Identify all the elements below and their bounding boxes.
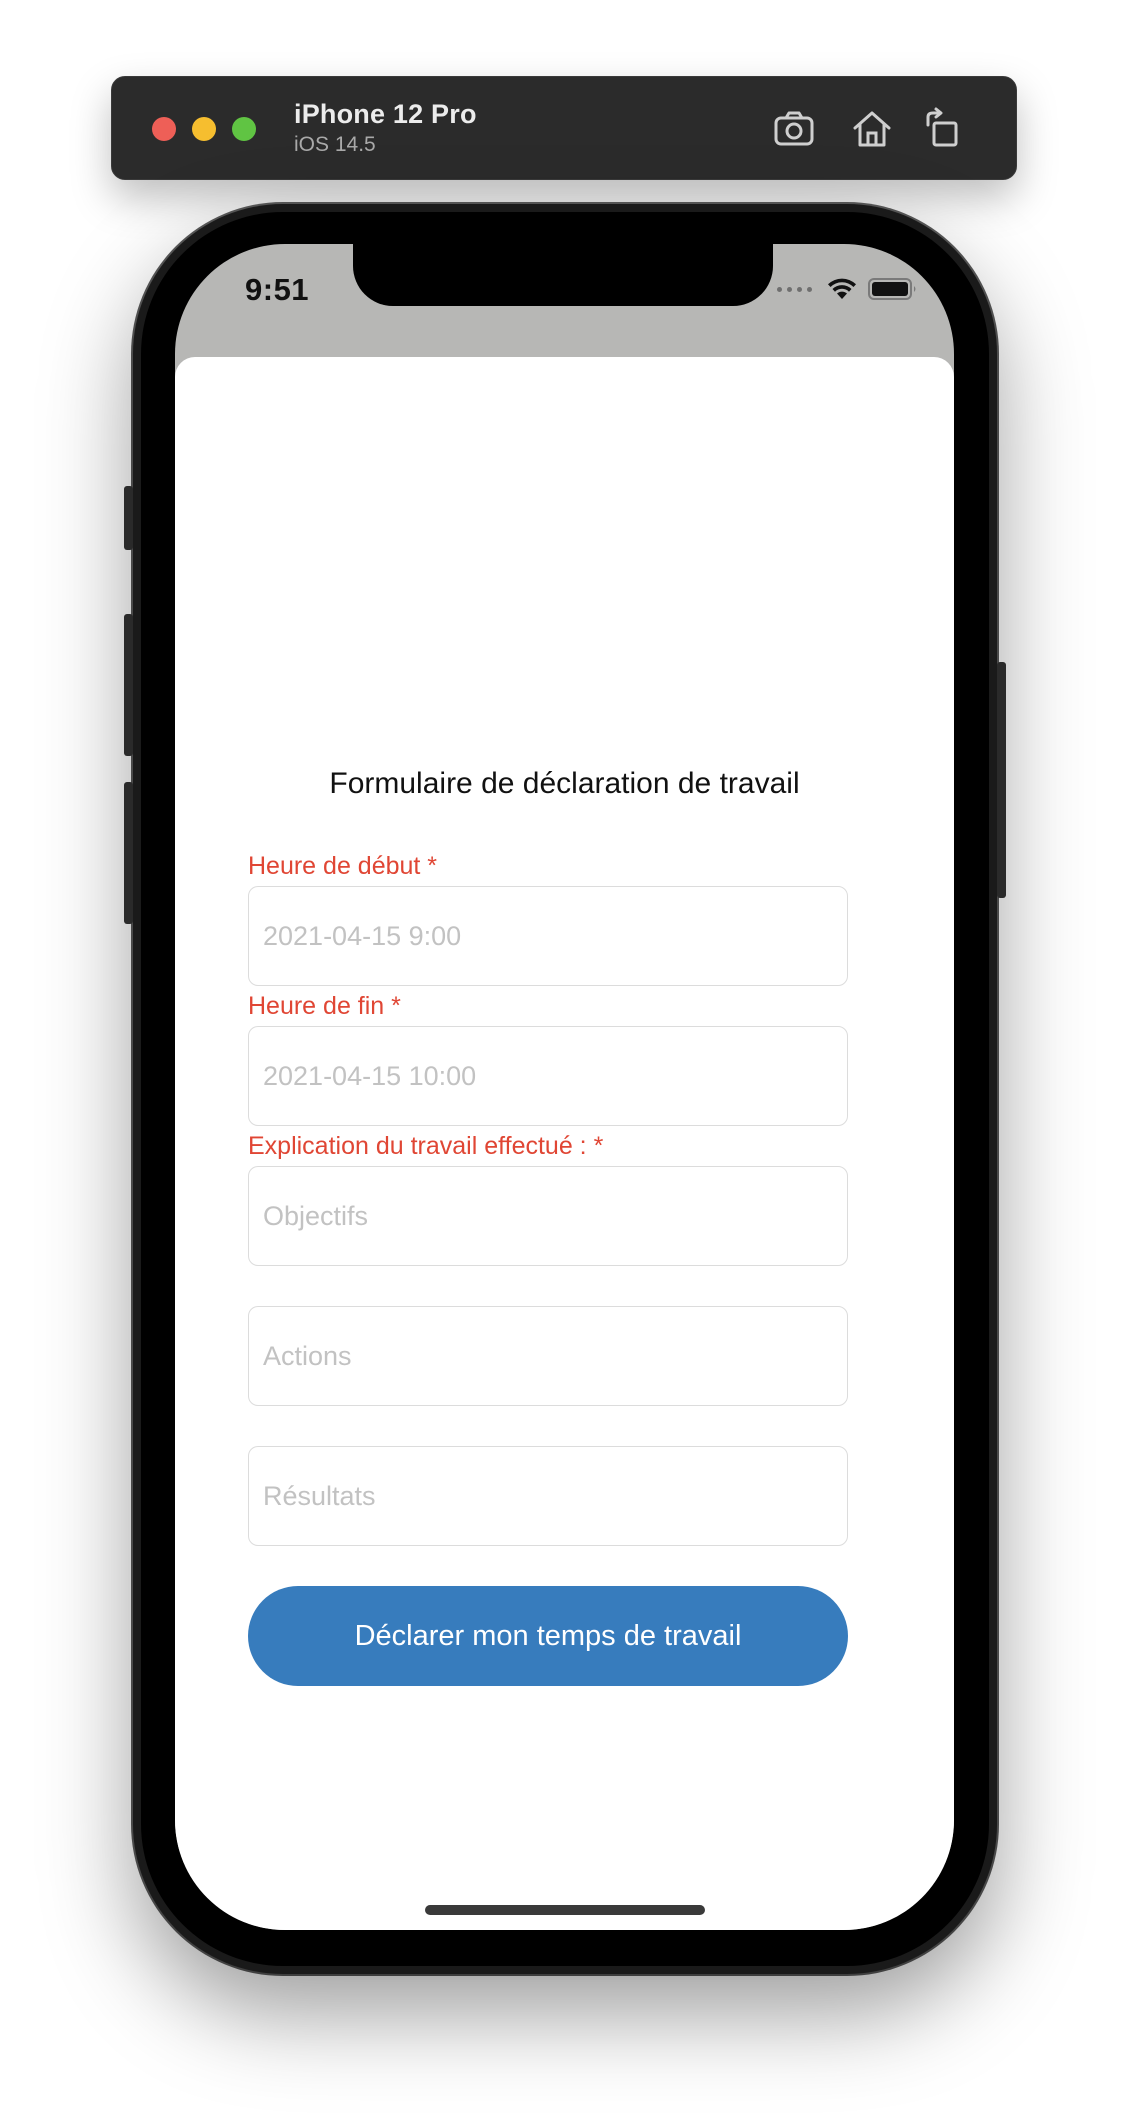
form-title: Formulaire de déclaration de travail bbox=[329, 767, 800, 800]
device-name: iPhone 12 Pro bbox=[294, 99, 477, 129]
declare-work-time-button[interactable]: Déclarer mon temps de travail bbox=[248, 1586, 848, 1686]
end-time-label: Heure de fin * bbox=[248, 992, 401, 1020]
notch bbox=[353, 244, 773, 306]
minimize-window-button[interactable] bbox=[192, 117, 216, 141]
actions-field[interactable] bbox=[248, 1306, 848, 1406]
device-os-version: iOS 14.5 bbox=[294, 133, 376, 156]
start-time-field[interactable] bbox=[248, 886, 848, 986]
silent-switch bbox=[124, 486, 133, 550]
start-time-input[interactable] bbox=[249, 887, 847, 985]
status-time: 9:51 bbox=[245, 272, 310, 307]
actions-input[interactable] bbox=[249, 1307, 847, 1405]
rotate-button[interactable] bbox=[920, 105, 968, 153]
battery-icon bbox=[868, 277, 918, 301]
close-window-button[interactable] bbox=[152, 117, 176, 141]
status-icons bbox=[777, 276, 918, 302]
explanation-label: Explication du travail effectué : * bbox=[248, 1132, 604, 1160]
volume-up-button bbox=[124, 614, 133, 756]
screenshot-button[interactable] bbox=[770, 105, 818, 153]
wifi-icon bbox=[826, 277, 858, 301]
power-button bbox=[997, 662, 1006, 898]
home-icon bbox=[853, 111, 891, 147]
cellular-signal-icon bbox=[777, 286, 812, 292]
camera-icon bbox=[774, 111, 814, 146]
volume-down-button bbox=[124, 782, 133, 924]
home-button[interactable] bbox=[848, 105, 896, 153]
objectives-input[interactable] bbox=[249, 1167, 847, 1265]
objectives-field[interactable] bbox=[248, 1166, 848, 1266]
home-indicator[interactable] bbox=[425, 1905, 705, 1915]
start-time-label: Heure de début * bbox=[248, 852, 438, 880]
results-field[interactable] bbox=[248, 1446, 848, 1546]
end-time-field[interactable] bbox=[248, 1026, 848, 1126]
zoom-window-button[interactable] bbox=[232, 117, 256, 141]
rotate-icon bbox=[926, 107, 958, 147]
end-time-input[interactable] bbox=[249, 1027, 847, 1125]
simulator-stage: iPhone 12 Pro iOS 14.5 9:51 Formulaire d… bbox=[0, 0, 1128, 2124]
results-input[interactable] bbox=[249, 1447, 847, 1545]
simulator-title-bar: iPhone 12 Pro iOS 14.5 bbox=[111, 76, 1017, 180]
phone-screen: 9:51 Formulaire de déclaration de travai… bbox=[175, 244, 954, 1930]
form-sheet: Formulaire de déclaration de travail Heu… bbox=[175, 357, 954, 1930]
